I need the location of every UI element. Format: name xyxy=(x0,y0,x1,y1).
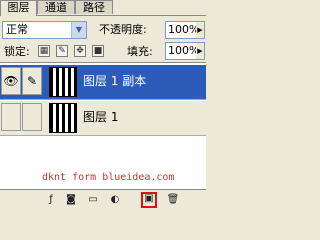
opacity-value: 100% xyxy=(168,23,200,36)
watermark-text: dknt form blueidea.com xyxy=(42,172,175,183)
blend-mode-value: 正常 xyxy=(6,23,28,36)
lock-all-icon[interactable]: ■ xyxy=(92,45,104,57)
fx-icon[interactable]: ƒ xyxy=(44,193,58,207)
tab-paths[interactable]: 路径 xyxy=(75,0,113,14)
lock-image-icon[interactable]: ✎ xyxy=(56,45,68,57)
fill-field[interactable]: 100% ▶ xyxy=(165,42,205,60)
opacity-label: 不透明度: xyxy=(99,23,147,36)
brush-icon[interactable]: ✎ xyxy=(22,67,42,95)
eye-icon[interactable]: 👁 xyxy=(1,67,21,95)
bottom-toolbar: ƒ ◙ ▭ ◐ ▣ 🗑 xyxy=(0,190,206,210)
new-layer-icon[interactable]: ▣ xyxy=(141,192,157,208)
panel-tabs: 图层 通道 路径 xyxy=(0,0,206,16)
eye-visibility-toggle[interactable] xyxy=(1,103,21,131)
link-toggle[interactable] xyxy=(22,103,42,131)
lock-label: 锁定: xyxy=(4,45,30,58)
layer-thumbnail xyxy=(49,103,77,133)
layer-thumbnail xyxy=(49,67,77,97)
folder-icon[interactable]: ▭ xyxy=(86,193,100,207)
trash-icon[interactable]: 🗑 xyxy=(166,193,180,207)
lock-transparency-icon[interactable]: ▦ xyxy=(38,45,50,57)
layer-mask-icon[interactable]: ◙ xyxy=(64,193,78,207)
adjustment-layer-icon[interactable]: ◐ xyxy=(108,193,122,207)
fill-value: 100% xyxy=(168,44,200,57)
chevron-right-icon[interactable]: ▶ xyxy=(196,22,204,38)
lock-position-icon[interactable]: ✥ xyxy=(74,45,86,57)
layer-row[interactable]: 👁 ✎ 图层 1 副本 xyxy=(0,65,206,100)
chevron-down-icon[interactable]: ▼ xyxy=(71,22,86,38)
layers-panel: 图层 通道 路径 正常 ▼ 不透明度: 100% ▶ 锁定: ▦ ✎ ✥ ■ 填… xyxy=(0,0,206,210)
layer-name: 图层 1 副本 xyxy=(83,74,147,88)
tab-channels[interactable]: 通道 xyxy=(37,0,75,14)
tab-layers[interactable]: 图层 xyxy=(0,0,37,16)
fill-label: 填充: xyxy=(127,45,153,58)
layer-row[interactable]: 图层 1 xyxy=(0,101,206,136)
chevron-right-icon[interactable]: ▶ xyxy=(196,43,204,59)
layer-name: 图层 1 xyxy=(83,110,119,124)
blend-mode-select[interactable]: 正常 ▼ xyxy=(2,21,87,39)
layers-list: 👁 ✎ 图层 1 副本 图层 1 xyxy=(0,62,206,190)
opacity-field[interactable]: 100% ▶ xyxy=(165,21,205,39)
